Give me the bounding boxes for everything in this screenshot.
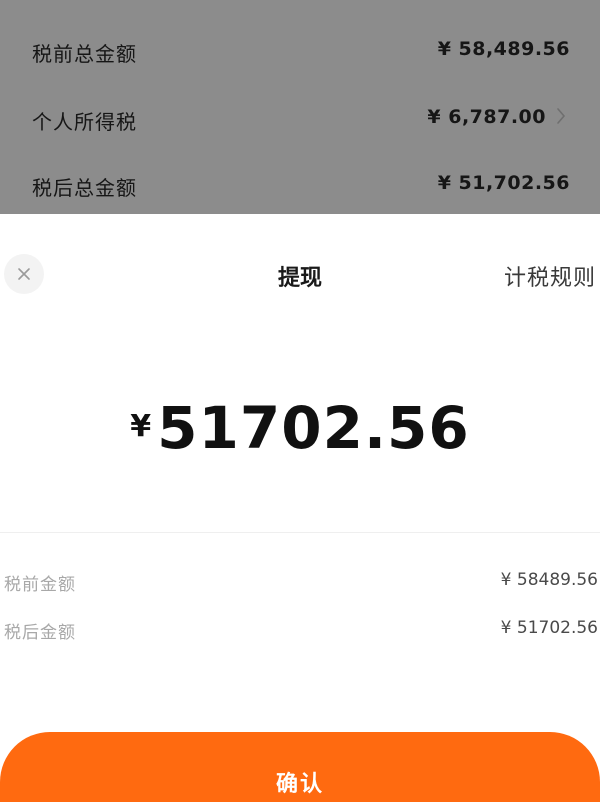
close-button[interactable]: [4, 254, 44, 294]
detail-row-pretax: 税前金额 ¥ 58489.56: [0, 568, 600, 598]
withdraw-screen: 税前总金额 ¥ 58,489.56 个人所得税 ¥ 6,787.00 税后总金额…: [0, 0, 600, 802]
summary-row-income-tax[interactable]: 个人所得税 ¥ 6,787.00: [0, 98, 600, 138]
background-summary[interactable]: 税前总金额 ¥ 58,489.56 个人所得税 ¥ 6,787.00 税后总金额…: [0, 0, 600, 214]
summary-amount: ¥ 51,702.56: [437, 172, 570, 194]
withdraw-amount: ¥51702.56: [0, 394, 600, 462]
summary-row-pretax: 税前总金额 ¥ 58,489.56: [0, 30, 600, 70]
summary-amount: ¥ 58,489.56: [437, 38, 570, 60]
withdraw-sheet: 提现 计税规则 ¥51702.56 税前金额 ¥ 58489.56 税后金额 ¥…: [0, 214, 600, 802]
divider: [0, 532, 600, 533]
chevron-right-icon: [556, 107, 566, 130]
confirm-button[interactable]: 确认: [0, 732, 600, 802]
summary-label: 个人所得税: [32, 110, 137, 134]
detail-row-after-tax: 税后金额 ¥ 51702.56: [0, 616, 600, 646]
detail-label: 税前金额: [4, 575, 76, 595]
summary-amount: ¥ 6,787.00: [427, 106, 546, 128]
summary-label: 税前总金额: [32, 42, 137, 66]
confirm-label: 确认: [275, 772, 324, 797]
close-icon: [18, 268, 30, 280]
summary-row-after-tax: 税后总金额 ¥ 51,702.56: [0, 164, 600, 204]
detail-label: 税后金额: [4, 623, 76, 643]
amount-value: 51702.56: [157, 394, 470, 462]
currency-symbol: ¥: [130, 409, 152, 444]
summary-label: 税后总金额: [32, 176, 137, 200]
detail-amount: ¥ 58489.56: [500, 570, 598, 590]
detail-amount: ¥ 51702.56: [500, 618, 598, 638]
tax-rules-link[interactable]: 计税规则: [504, 260, 596, 292]
